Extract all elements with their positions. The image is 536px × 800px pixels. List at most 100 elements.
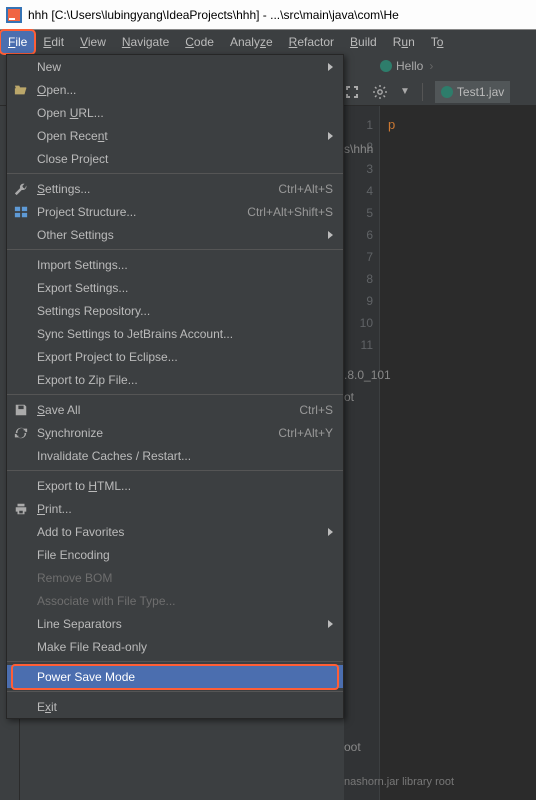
menu-separator [7, 691, 343, 692]
line-number: 8 [344, 268, 373, 290]
menu-item[interactable]: Import Settings... [7, 253, 343, 276]
line-number: 5 [344, 202, 373, 224]
menu-run[interactable]: Run [385, 30, 423, 54]
menu-item-label: Print... [37, 502, 333, 516]
menu-item-label: Exit [37, 700, 333, 714]
line-number-gutter: 1 2 3 4 5 6 7 8 9 10 11 [344, 106, 380, 800]
menu-code[interactable]: Code [177, 30, 222, 54]
window-title: hhh [C:\Users\lubingyang\IdeaProjects\hh… [28, 8, 399, 22]
menu-item[interactable]: Close Project [7, 147, 343, 170]
menu-item[interactable]: Invalidate Caches / Restart... [7, 444, 343, 467]
menu-item-label: Export to Zip File... [37, 373, 333, 387]
menu-item[interactable]: Settings...Ctrl+Alt+S [7, 177, 343, 200]
menu-item[interactable]: SynchronizeCtrl+Alt+Y [7, 421, 343, 444]
menu-separator [7, 661, 343, 662]
breadcrumb-label: Hello [396, 59, 423, 73]
menu-item[interactable]: Sync Settings to JetBrains Account... [7, 322, 343, 345]
menu-item[interactable]: Open URL... [7, 101, 343, 124]
menu-item[interactable]: Line Separators [7, 612, 343, 635]
editor-tab[interactable]: Test1.jav [435, 81, 510, 103]
menu-item-label: Export Project to Eclipse... [37, 350, 333, 364]
window-titlebar: hhh [C:\Users\lubingyang\IdeaProjects\hh… [0, 0, 536, 30]
file-menu-dropdown: NewOpen... Open URL... Open Recent Close Pr… [6, 54, 344, 719]
menu-refactor[interactable]: Refactor [281, 30, 342, 54]
menu-item-label: Export Settings... [37, 281, 333, 295]
menu-item-label: Save All [37, 403, 299, 417]
menu-edit[interactable]: Edit [35, 30, 72, 54]
breadcrumb-item[interactable]: Hello [380, 59, 423, 73]
menu-item-label: File Encoding [37, 548, 333, 562]
menu-item-label: Sync Settings to JetBrains Account... [37, 327, 333, 341]
menu-item[interactable]: Make File Read-only [7, 635, 343, 658]
submenu-arrow-icon [328, 620, 333, 628]
menu-shortcut: Ctrl+Alt+Shift+S [247, 205, 333, 219]
line-number: 6 [344, 224, 373, 246]
menu-item-label: Close Project [37, 152, 333, 166]
editor-tab-label: Test1.jav [457, 85, 504, 99]
menu-navigate[interactable]: Navigate [114, 30, 177, 54]
app-icon [6, 7, 22, 23]
line-number: 3 [344, 158, 373, 180]
menu-tools[interactable]: To [423, 30, 452, 54]
submenu-arrow-icon [328, 528, 333, 536]
gear-icon[interactable] [372, 84, 388, 100]
menu-item[interactable]: Save AllCtrl+S [7, 398, 343, 421]
menu-item-label: Remove BOM [37, 571, 333, 585]
wrench-icon [13, 181, 29, 197]
tree-text: ot [344, 390, 354, 404]
menu-item[interactable]: Add to Favorites [7, 520, 343, 543]
menu-item[interactable]: Export Project to Eclipse... [7, 345, 343, 368]
menu-item-label: Export to HTML... [37, 479, 333, 493]
menu-item-label: Open URL... [37, 106, 333, 120]
menu-item[interactable]: Export Settings... [7, 276, 343, 299]
menu-item-label: Associate with File Type... [37, 594, 333, 608]
menu-view[interactable]: View [72, 30, 114, 54]
menu-item-label: Open Recent [37, 129, 322, 143]
dropdown-arrow-icon[interactable]: ▼ [400, 86, 410, 97]
editor-area: 1 2 3 4 5 6 7 8 9 10 11 p [344, 106, 536, 800]
menu-item[interactable]: New [7, 55, 343, 78]
menu-shortcut: Ctrl+Alt+S [278, 182, 333, 196]
menu-item-label: Power Save Mode [37, 670, 333, 684]
menu-item-label: Invalidate Caches / Restart... [37, 449, 333, 463]
menu-item-label: Import Settings... [37, 258, 333, 272]
menu-item-label: Other Settings [37, 228, 322, 242]
menu-separator [7, 249, 343, 250]
menu-item-label: Synchronize [37, 426, 278, 440]
code-token: p [388, 117, 395, 132]
menu-item[interactable]: Open... [7, 78, 343, 101]
expand-icon[interactable] [344, 84, 360, 100]
print-icon [13, 501, 29, 517]
code-body[interactable]: p [380, 106, 536, 800]
menu-item-label: Settings Repository... [37, 304, 333, 318]
line-number: 7 [344, 246, 373, 268]
line-number: 1 [344, 114, 373, 136]
menu-item[interactable]: Settings Repository... [7, 299, 343, 322]
menu-item[interactable]: Project Structure...Ctrl+Alt+Shift+S [7, 200, 343, 223]
menu-build[interactable]: Build [342, 30, 385, 54]
project-structure-icon [13, 204, 29, 220]
line-number: 10 [344, 312, 373, 334]
menu-item[interactable]: Exit [7, 695, 343, 718]
menu-item: Remove BOM [7, 566, 343, 589]
menu-item[interactable]: File Encoding [7, 543, 343, 566]
menu-item[interactable]: Open Recent [7, 124, 343, 147]
class-icon [441, 86, 453, 98]
submenu-arrow-icon [328, 63, 333, 71]
menu-item[interactable]: Print... [7, 497, 343, 520]
line-number: 9 [344, 290, 373, 312]
folder-open-icon [13, 82, 29, 98]
menu-item[interactable]: Power Save Mode [7, 665, 343, 688]
menu-file[interactable]: File [0, 30, 35, 54]
menu-item[interactable]: Export to Zip File... [7, 368, 343, 391]
menu-item-label: Settings... [37, 182, 278, 196]
menu-item-label: Add to Favorites [37, 525, 322, 539]
menu-separator [7, 394, 343, 395]
menu-item[interactable]: Export to HTML... [7, 474, 343, 497]
menu-item[interactable]: Other Settings [7, 223, 343, 246]
tree-text: s\hhh [344, 142, 373, 156]
menu-analyze[interactable]: Analyze [222, 30, 281, 54]
tree-text: oot [344, 740, 361, 754]
submenu-arrow-icon [328, 132, 333, 140]
tree-text: .8.0_101 [344, 368, 391, 382]
